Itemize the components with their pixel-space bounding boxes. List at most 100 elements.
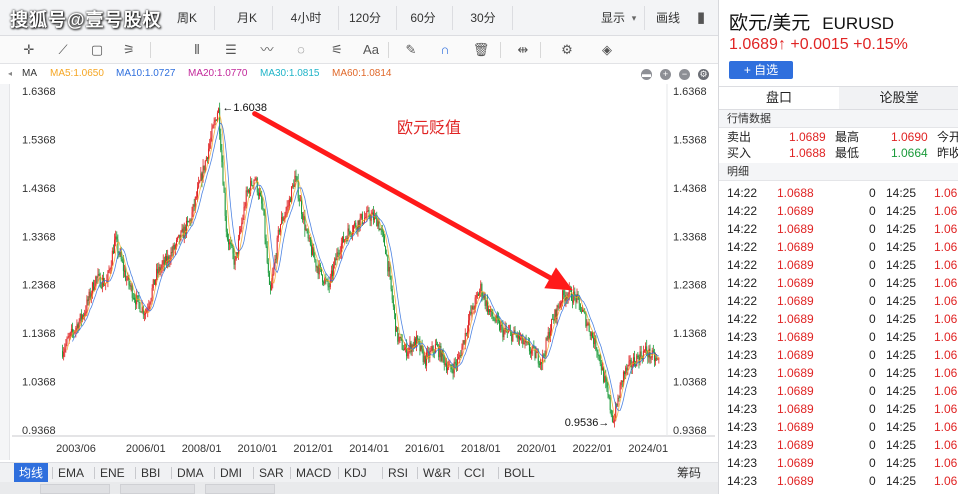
quote-cell: 1.0688: [789, 146, 826, 160]
x-tick-label: 2010/01: [238, 443, 278, 455]
candle-body: [254, 179, 256, 181]
indicator-tab[interactable]: ENE: [100, 463, 125, 483]
x-tick-label: 2006/01: [126, 443, 166, 455]
indicator-tab[interactable]: EMA: [58, 463, 84, 483]
crosshair-icon[interactable]: ✛: [18, 40, 40, 60]
zoom-in-icon[interactable]: +: [660, 69, 671, 80]
period-tab[interactable]: 120分: [346, 8, 384, 28]
candle-body: [523, 343, 525, 345]
add-watchlist-button[interactable]: + 自选: [729, 61, 793, 79]
indicator-tab[interactable]: CCI: [464, 463, 485, 483]
line-segment-icon[interactable]: ⟋: [52, 40, 74, 60]
settings-gear-icon[interactable]: ⚙: [698, 69, 709, 80]
indicator-tab[interactable]: SAR: [259, 463, 284, 483]
fibonacci-icon[interactable]: ⚟: [326, 40, 348, 60]
candle-body: [265, 238, 267, 247]
indicator-tab[interactable]: KDJ: [344, 463, 367, 483]
period-tab[interactable]: 月K: [234, 8, 260, 28]
candle-body: [596, 349, 598, 353]
bottom-tab[interactable]: [205, 484, 275, 494]
text-lines-icon[interactable]: ☰: [220, 40, 242, 60]
period-tab[interactable]: 周K: [172, 8, 202, 28]
parallel-lines-icon[interactable]: ⦀: [186, 40, 208, 60]
tick-cell: 1.0689: [777, 204, 814, 218]
price-chart[interactable]: 1.6368 1.6368 1.5368 1.5368 1.4368 1.4368 1.33…: [0, 84, 718, 460]
tick-cell: 0: [869, 186, 876, 200]
candle-body: [156, 268, 158, 280]
tick-cell: 1.06: [934, 186, 958, 200]
wave-icon[interactable]: 〰: [256, 40, 278, 60]
candle-body: [444, 363, 446, 365]
trash-icon[interactable]: 🗑: [470, 40, 492, 60]
indicator-tab[interactable]: BOLL: [504, 463, 535, 483]
candle-body: [167, 256, 169, 264]
candle-body: [289, 198, 291, 203]
candle-body: [562, 290, 564, 303]
candle-body: [197, 187, 199, 197]
draw-line-button[interactable]: 画线: [652, 8, 684, 28]
bottom-tab[interactable]: [120, 484, 195, 494]
circle-icon[interactable]: ◌: [290, 40, 312, 60]
magnet-icon[interactable]: ∩: [434, 40, 456, 60]
settings-icon[interactable]: ⚙: [556, 40, 578, 60]
text-tool-icon[interactable]: Aa: [360, 40, 382, 60]
candle-body: [626, 367, 628, 371]
candle-body: [616, 404, 618, 406]
rectangle-icon[interactable]: ▢: [86, 40, 108, 60]
tick-cell: 0: [869, 330, 876, 344]
candle-body: [137, 295, 139, 297]
indicator-tab[interactable]: W&R: [423, 463, 451, 483]
tick-cell: 0: [869, 222, 876, 236]
indicator-divider: [290, 467, 291, 479]
fan-icon[interactable]: ⚞: [118, 40, 140, 60]
tab-orderbook[interactable]: 盘口: [719, 87, 839, 109]
candle-body: [381, 229, 383, 233]
sidebar-toggle-icon[interactable]: ▮: [693, 8, 709, 28]
candle-body: [112, 250, 114, 254]
tick-cell: 1.06: [934, 384, 958, 398]
y-tick-label-right: 1.0368: [673, 377, 707, 389]
candle-body: [378, 221, 380, 231]
bottom-tab[interactable]: [40, 484, 110, 494]
indicator-tab[interactable]: BBI: [141, 463, 160, 483]
zoom-icon[interactable]: ⇹: [512, 40, 534, 60]
collapse-icon[interactable]: ◂: [8, 64, 12, 84]
period-tab[interactable]: 4小时: [286, 8, 326, 28]
detail-header: 明细: [719, 163, 958, 181]
candle-body: [304, 216, 306, 231]
candle-body: [150, 298, 152, 303]
candle-body: [401, 338, 403, 350]
layers-icon[interactable]: ◈: [596, 40, 618, 60]
candle-body: [273, 266, 275, 275]
pen-icon[interactable]: ✎: [400, 40, 422, 60]
chevron-down-icon[interactable]: ▾: [629, 8, 639, 28]
period-tab[interactable]: 60分: [406, 8, 440, 28]
zoom-out-icon[interactable]: −: [679, 69, 690, 80]
candle-body: [298, 198, 300, 201]
tab-forum[interactable]: 论股堂: [839, 87, 958, 109]
candle-body: [501, 324, 503, 326]
candle-body: [310, 245, 312, 255]
indicator-tab[interactable]: MACD: [296, 463, 331, 483]
candle-body: [231, 244, 233, 247]
candle-body: [516, 335, 518, 339]
indicator-tab-ma[interactable]: 均线: [14, 463, 49, 483]
candle-body: [627, 365, 629, 371]
candle-body: [271, 282, 273, 291]
tick-cell: 14:23: [727, 474, 758, 488]
period-tab[interactable]: 30分: [466, 8, 500, 28]
candle-body: [464, 333, 466, 344]
chip-distribution-button[interactable]: 筹码: [677, 463, 701, 483]
minimize-icon[interactable]: ▬: [641, 69, 652, 80]
candle-body: [151, 287, 153, 299]
indicator-tab[interactable]: DMI: [220, 463, 242, 483]
candle-body: [161, 264, 163, 269]
watermark-text: 搜狐号@壹号股权: [10, 10, 162, 30]
ma-value: MA60:1.0814: [332, 68, 392, 79]
candle-body: [652, 350, 654, 353]
candle-body: [294, 175, 296, 188]
display-button[interactable]: 显示: [598, 8, 628, 28]
indicator-tab[interactable]: RSI: [388, 463, 408, 483]
tick-cell: 14:25: [886, 294, 917, 308]
indicator-tab[interactable]: DMA: [177, 463, 204, 483]
